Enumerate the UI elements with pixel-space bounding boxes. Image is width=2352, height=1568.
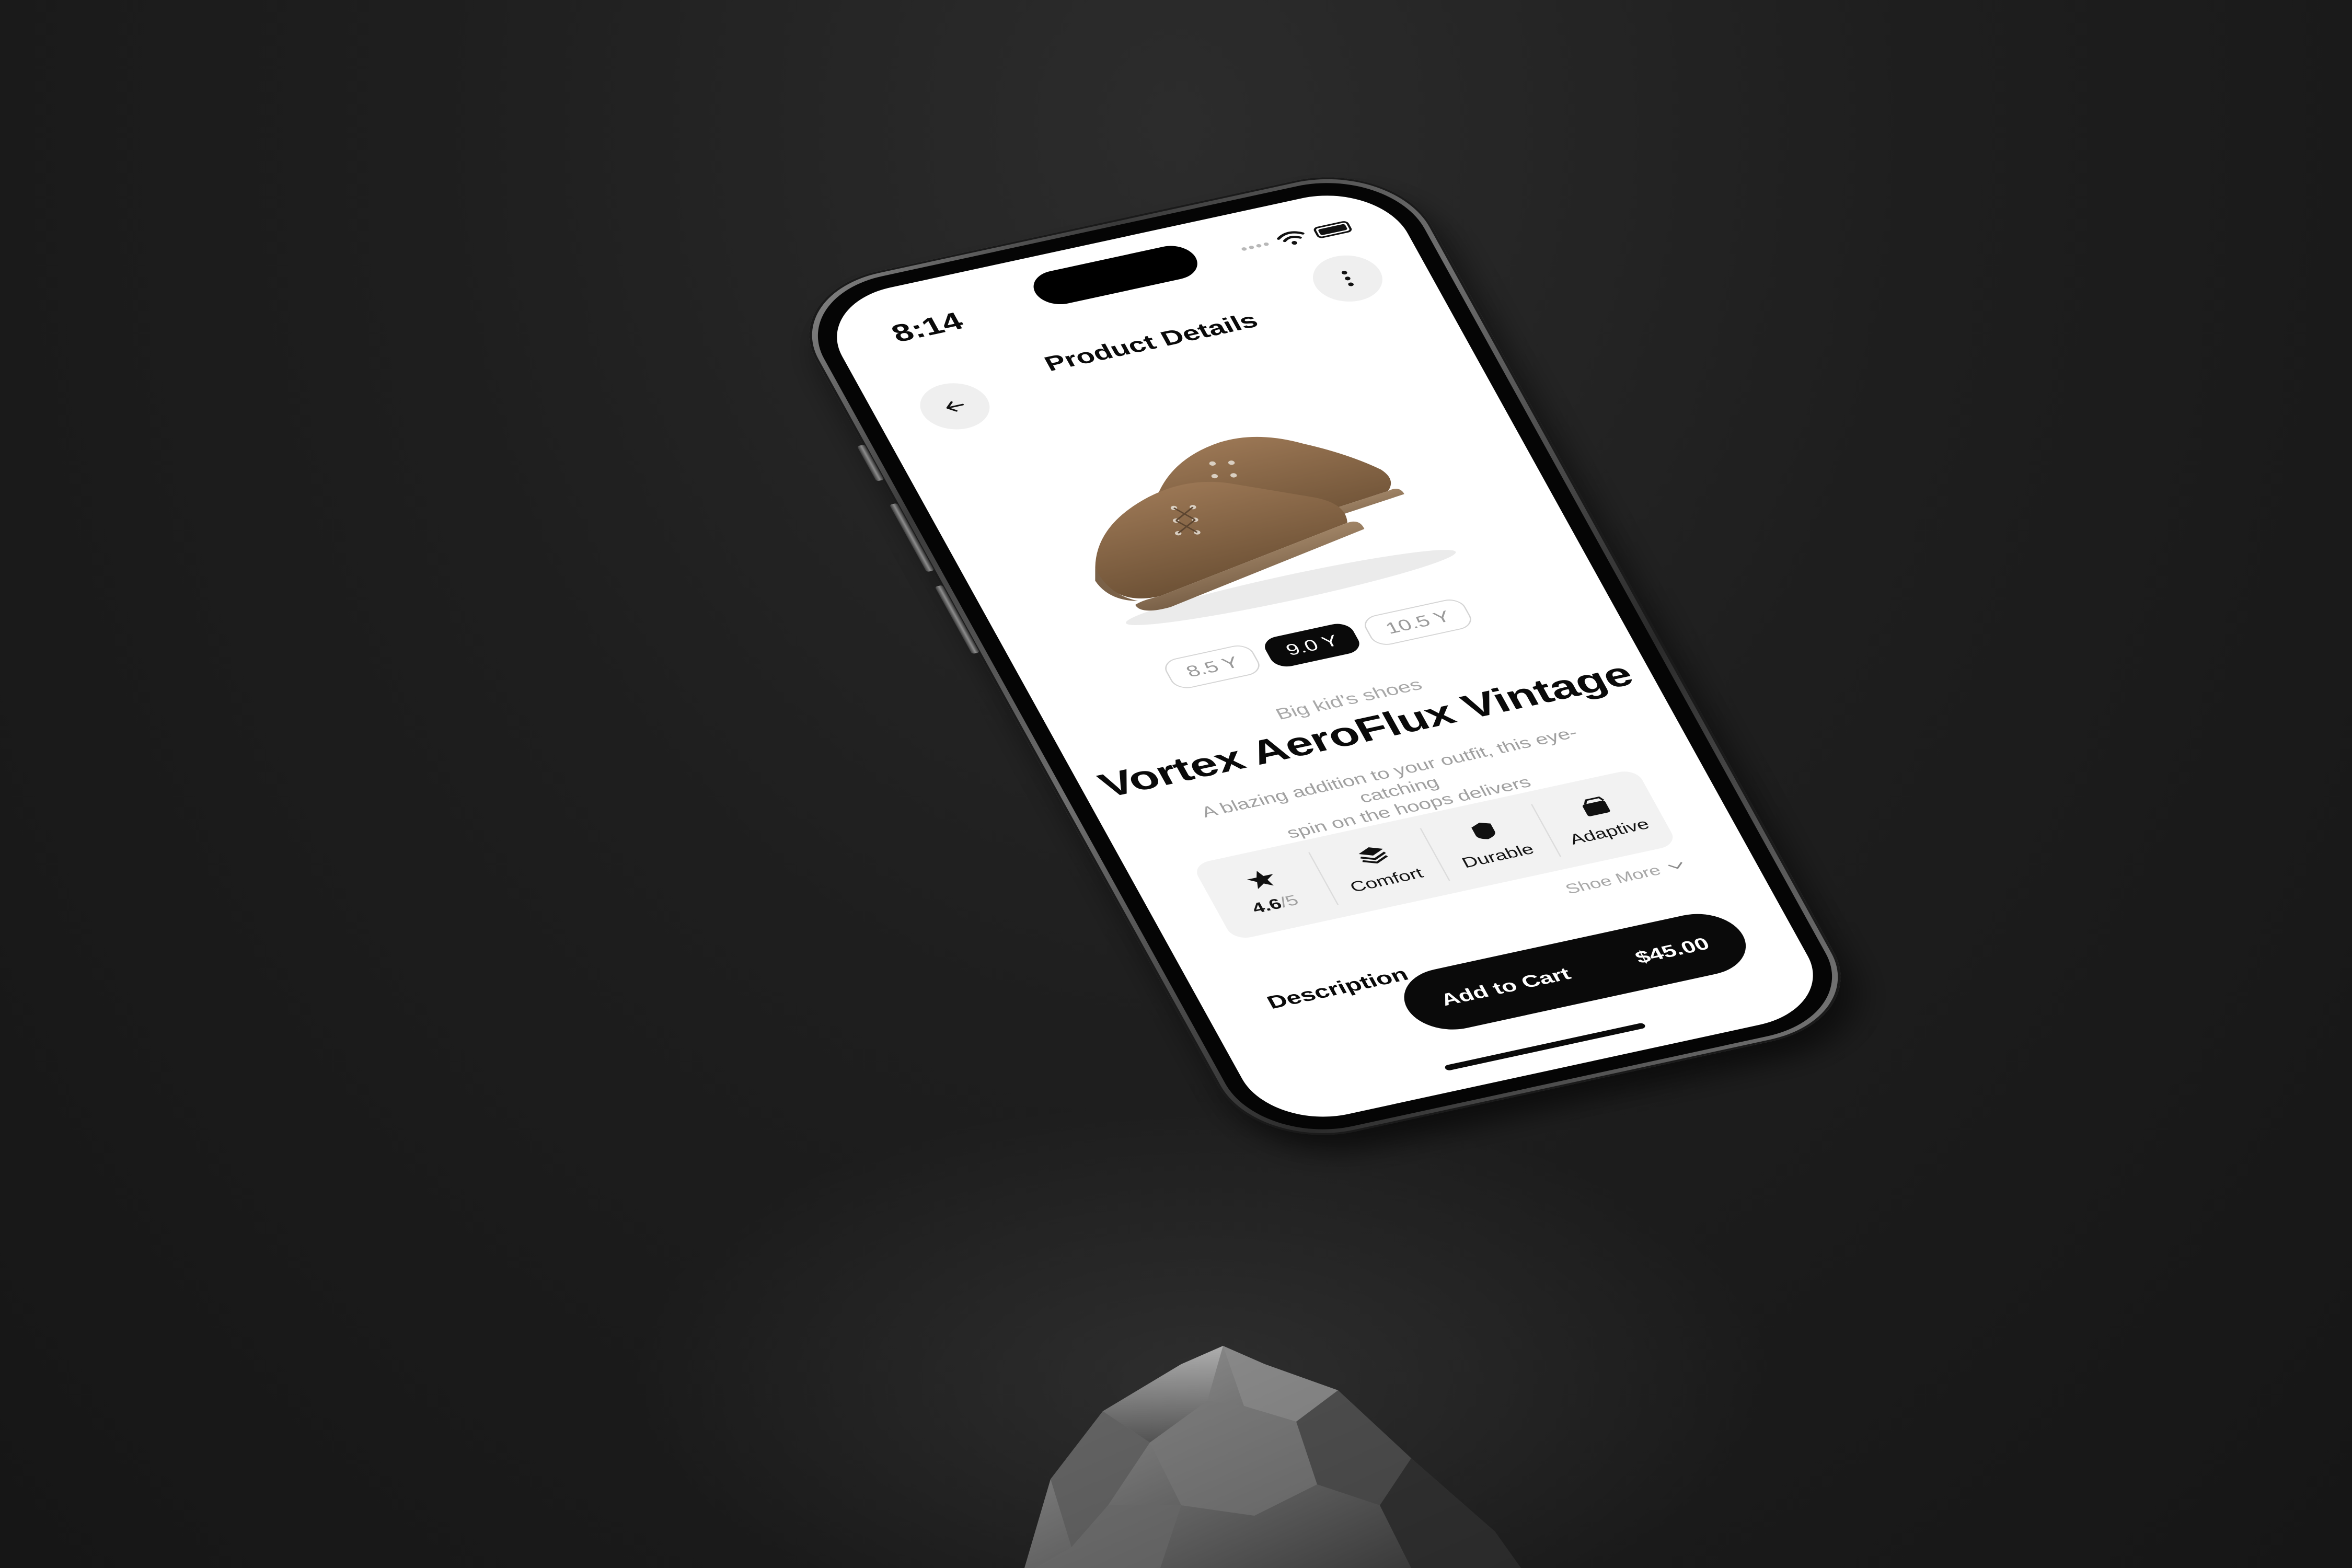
dynamic-island: [1026, 241, 1205, 309]
show-more-label: Shoe More: [1562, 862, 1664, 897]
feature-label-adaptive: Adaptive: [1566, 815, 1653, 848]
size-chip-9-0[interactable]: 9.0 Y: [1260, 621, 1364, 670]
status-icons: [1238, 219, 1354, 257]
wifi-icon: [1277, 231, 1305, 245]
box-icon: [1583, 796, 1610, 816]
status-time: 8:14: [886, 307, 969, 348]
chevron-down-icon: [1668, 862, 1682, 869]
size-chip-8-5[interactable]: 8.5 Y: [1160, 642, 1264, 691]
feature-label-durable: Durable: [1458, 840, 1537, 871]
cart-price: $45.00: [1631, 934, 1713, 967]
battery-icon: [1312, 220, 1353, 239]
layers-icon: [1358, 847, 1388, 864]
add-to-cart-button[interactable]: Add to Cart $45.00: [1391, 906, 1759, 1037]
feature-label-comfort: Comfort: [1346, 864, 1426, 895]
description-heading: Description: [1263, 963, 1412, 1013]
signal-dots-icon: [1240, 241, 1270, 251]
star-icon: [1247, 871, 1274, 889]
rating-text: 4.6/5: [1249, 891, 1302, 917]
shield-icon: [1471, 822, 1495, 839]
more-vertical-icon: [1341, 271, 1354, 286]
size-chip-10-5[interactable]: 10.5 Y: [1359, 596, 1476, 648]
add-to-cart-label: Add to Cart: [1437, 964, 1574, 1010]
